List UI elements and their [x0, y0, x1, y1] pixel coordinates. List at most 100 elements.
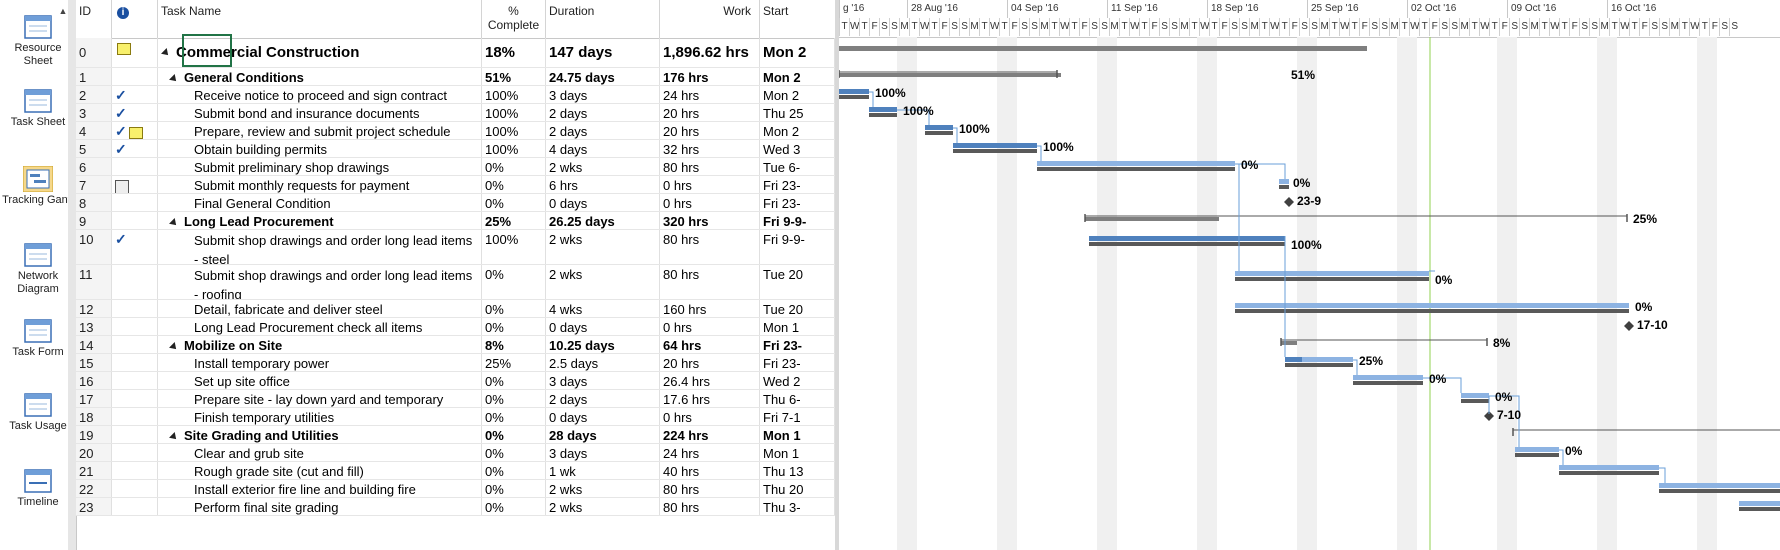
- row-indicator-cell[interactable]: ✓: [112, 86, 158, 103]
- collapse-triangle-icon[interactable]: [169, 217, 179, 228]
- note-icon[interactable]: [117, 42, 131, 55]
- row-id-cell[interactable]: 2: [76, 86, 112, 103]
- task-name-cell[interactable]: Prepare site - lay down yard and tempora…: [158, 390, 482, 407]
- start-cell[interactable]: Fri 23-: [760, 194, 835, 211]
- task-row[interactable]: 13 Long Lead Procurement check all items 0…: [76, 318, 835, 336]
- viewbar-item-resource-sheet[interactable]: Resource Sheet: [0, 14, 76, 68]
- start-cell[interactable]: Tue 6-: [760, 158, 835, 175]
- task-name-cell[interactable]: Long Lead Procurement check all items: [158, 318, 482, 335]
- task-name-cell[interactable]: Rough grade site (cut and fill): [158, 462, 482, 479]
- start-cell[interactable]: Fri 23-: [760, 354, 835, 371]
- start-cell[interactable]: Fri 23-: [760, 176, 835, 193]
- start-cell[interactable]: Mon 2: [760, 86, 835, 103]
- percent-complete-cell[interactable]: 0%: [482, 444, 546, 461]
- work-cell[interactable]: 64 hrs: [660, 336, 760, 353]
- work-cell[interactable]: 80 hrs: [660, 480, 760, 497]
- percent-complete-cell[interactable]: 100%: [482, 230, 546, 264]
- row-id-cell[interactable]: 16: [76, 372, 112, 389]
- percent-complete-cell[interactable]: 0%: [482, 390, 546, 407]
- percent-complete-cell[interactable]: 0%: [482, 265, 546, 299]
- duration-cell[interactable]: 0 days: [546, 408, 660, 425]
- task-name-cell[interactable]: Set up site office: [158, 372, 482, 389]
- row-indicator-cell[interactable]: [112, 265, 158, 299]
- row-indicator-cell[interactable]: [112, 68, 158, 85]
- task-name-cell[interactable]: Perform final site grading: [158, 498, 482, 515]
- duration-cell[interactable]: 3 days: [546, 372, 660, 389]
- percent-complete-cell[interactable]: 0%: [482, 408, 546, 425]
- task-row[interactable]: 4 ✓ Prepare, review and submit project sch…: [76, 122, 835, 140]
- viewbar-item-network-diagram[interactable]: Network Diagram: [0, 242, 76, 296]
- work-cell[interactable]: 26.4 hrs: [660, 372, 760, 389]
- row-id-cell[interactable]: 23: [76, 498, 112, 515]
- row-id-cell[interactable]: 18: [76, 408, 112, 425]
- collapse-triangle-icon[interactable]: [169, 73, 179, 84]
- viewbar-item-tracking-gantt[interactable]: Tracking Gantt: [0, 166, 76, 207]
- task-name-cell[interactable]: Finish temporary utilities: [158, 408, 482, 425]
- column-header-id[interactable]: ID: [76, 0, 112, 38]
- task-name-cell[interactable]: General Conditions: [158, 68, 482, 85]
- work-cell[interactable]: 80 hrs: [660, 158, 760, 175]
- percent-complete-cell[interactable]: 0%: [482, 462, 546, 479]
- column-header-task-name[interactable]: Task Name: [158, 0, 482, 38]
- task-name-cell[interactable]: Mobilize on Site: [158, 336, 482, 353]
- column-header-work[interactable]: Work: [660, 0, 760, 38]
- task-name-cell[interactable]: Install exterior fire line and building …: [158, 480, 482, 497]
- percent-complete-cell[interactable]: 0%: [482, 480, 546, 497]
- duration-cell[interactable]: 3 days: [546, 444, 660, 461]
- row-id-cell[interactable]: 7: [76, 176, 112, 193]
- column-header-percent-complete[interactable]: % Complete: [482, 0, 546, 38]
- work-cell[interactable]: 80 hrs: [660, 498, 760, 515]
- start-cell[interactable]: Mon 1: [760, 426, 835, 443]
- work-cell[interactable]: 32 hrs: [660, 140, 760, 157]
- row-id-cell[interactable]: 12: [76, 300, 112, 317]
- task-row[interactable]: 1 General Conditions 51% 24.75 days 176 hrs M…: [76, 68, 835, 86]
- task-name-cell[interactable]: Prepare, review and submit project sched…: [158, 122, 482, 139]
- duration-cell[interactable]: 0 days: [546, 318, 660, 335]
- task-name-cell[interactable]: Final General Condition: [158, 194, 482, 211]
- start-cell[interactable]: Fri 9-9-: [760, 230, 835, 264]
- row-indicator-cell[interactable]: ✓: [112, 140, 158, 157]
- row-indicator-cell[interactable]: ✓: [112, 122, 158, 139]
- collapse-triangle-icon[interactable]: [169, 431, 179, 442]
- row-indicator-cell[interactable]: ✓: [112, 104, 158, 121]
- note-icon[interactable]: [128, 126, 143, 139]
- task-row[interactable]: 17 Prepare site - lay down yard and tempo…: [76, 390, 835, 408]
- percent-complete-cell[interactable]: 0%: [482, 194, 546, 211]
- column-header-indicators[interactable]: i: [112, 0, 158, 38]
- row-id-cell[interactable]: 11: [76, 265, 112, 299]
- row-indicator-cell[interactable]: [112, 408, 158, 425]
- percent-complete-cell[interactable]: 0%: [482, 158, 546, 175]
- work-cell[interactable]: 80 hrs: [660, 265, 760, 299]
- task-row[interactable]: 15 Install temporary power 25% 2.5 days 20 h…: [76, 354, 835, 372]
- percent-complete-cell[interactable]: 100%: [482, 86, 546, 103]
- row-id-cell[interactable]: 0: [76, 38, 112, 67]
- percent-complete-cell[interactable]: 0%: [482, 372, 546, 389]
- work-cell[interactable]: 176 hrs: [660, 68, 760, 85]
- percent-complete-cell[interactable]: 18%: [482, 38, 546, 67]
- row-indicator-cell[interactable]: [112, 498, 158, 515]
- start-cell[interactable]: Thu 25: [760, 104, 835, 121]
- row-id-cell[interactable]: 19: [76, 426, 112, 443]
- work-cell[interactable]: 20 hrs: [660, 122, 760, 139]
- start-cell[interactable]: Mon 2: [760, 122, 835, 139]
- column-header-duration[interactable]: Duration: [546, 0, 660, 38]
- percent-complete-cell[interactable]: 100%: [482, 140, 546, 157]
- row-id-cell[interactable]: 9: [76, 212, 112, 229]
- viewbar-item-timeline[interactable]: Timeline: [0, 468, 76, 509]
- row-indicator-cell[interactable]: [112, 194, 158, 211]
- start-cell[interactable]: Fri 23-: [760, 336, 835, 353]
- task-name-cell[interactable]: Submit preliminary shop drawings: [158, 158, 482, 175]
- work-cell[interactable]: 224 hrs: [660, 426, 760, 443]
- work-cell[interactable]: 24 hrs: [660, 444, 760, 461]
- duration-cell[interactable]: 6 hrs: [546, 176, 660, 193]
- duration-cell[interactable]: 2 wks: [546, 265, 660, 299]
- task-name-cell[interactable]: Submit bond and insurance documents: [158, 104, 482, 121]
- work-cell[interactable]: 0 hrs: [660, 176, 760, 193]
- duration-cell[interactable]: 2 days: [546, 390, 660, 407]
- row-id-cell[interactable]: 1: [76, 68, 112, 85]
- task-row[interactable]: 6 Submit preliminary shop drawings 0% 2 wks…: [76, 158, 835, 176]
- task-name-cell[interactable]: Site Grading and Utilities: [158, 426, 482, 443]
- start-cell[interactable]: Thu 6-: [760, 390, 835, 407]
- row-id-cell[interactable]: 22: [76, 480, 112, 497]
- row-id-cell[interactable]: 20: [76, 444, 112, 461]
